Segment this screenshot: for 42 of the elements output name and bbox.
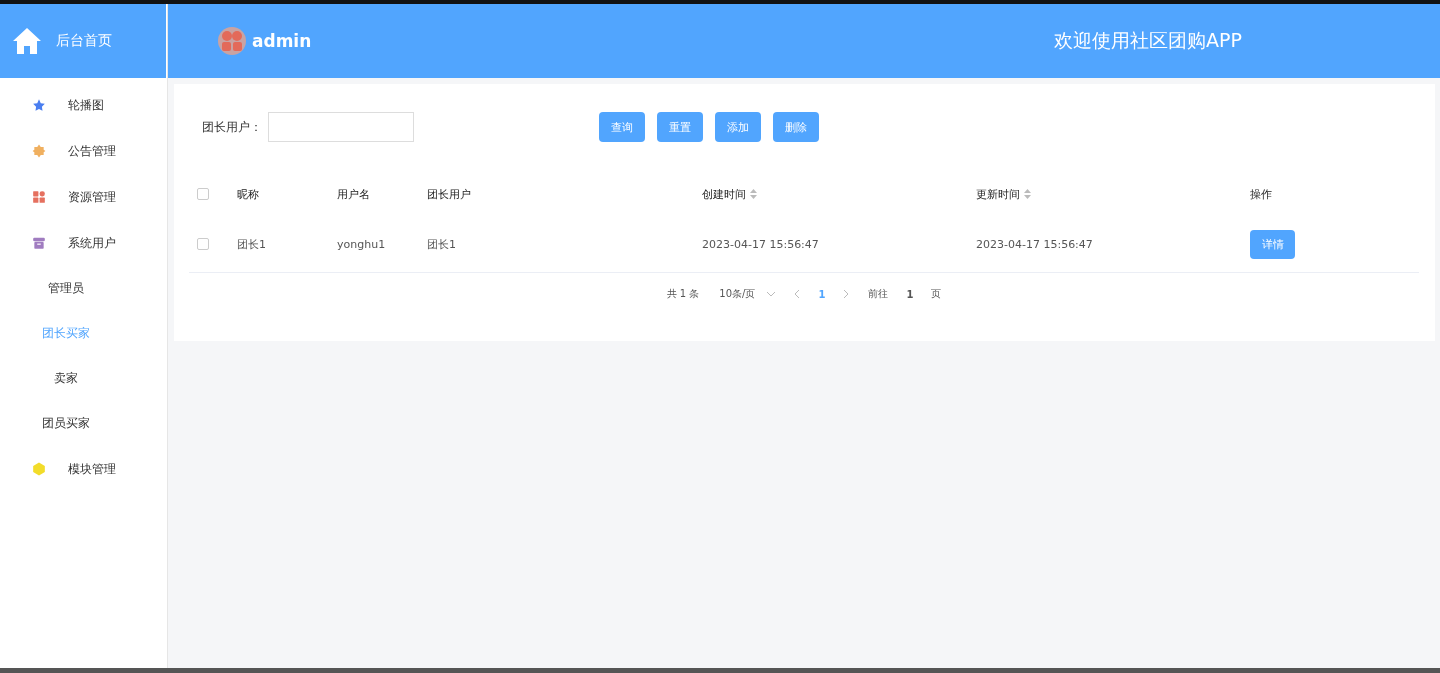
submenu-item[interactable]: 卖家 [0, 356, 167, 401]
menu-item[interactable]: 系统用户 [0, 220, 167, 266]
menu-item[interactable]: 公告管理 [0, 128, 167, 174]
previous-page-icon[interactable] [795, 290, 801, 298]
checkbox[interactable] [197, 238, 209, 250]
menu-item[interactable]: 资源管理 [0, 174, 167, 220]
menu-item[interactable]: 轮播图 [0, 82, 167, 128]
goto-label: 前往 [868, 287, 889, 301]
table-cell-text: yonghu1 [337, 237, 387, 251]
next-page-icon[interactable] [843, 290, 849, 298]
box-icon [32, 236, 46, 250]
submenu-item[interactable]: 团员买家 [0, 401, 167, 446]
table-cell-text: 2023-04-17 15:56:47 [976, 237, 1094, 251]
cube-icon [32, 462, 46, 476]
total-count: 共 1 条 [666, 287, 700, 301]
star-icon [32, 98, 46, 112]
column-header[interactable]: 创建时间 [702, 186, 976, 202]
table-cell-text: 团长1 [237, 236, 267, 252]
avatar-icon[interactable] [218, 27, 246, 55]
search-field[interactable] [268, 112, 414, 142]
goto-field[interactable]: 1 [906, 288, 914, 300]
home-icon[interactable] [12, 27, 42, 55]
checkbox[interactable] [197, 188, 209, 200]
submenu-item[interactable]: 管理员 [0, 266, 167, 311]
sort-icon[interactable] [750, 189, 757, 199]
page-suffix: 页 [931, 287, 942, 301]
column-header[interactable]: 更新时间 [976, 186, 1250, 202]
menu-item[interactable]: 模块管理 [0, 446, 167, 492]
table-cell-text: 团长1 [427, 236, 457, 252]
user-name: admin [252, 31, 312, 51]
welcome-title: 欢迎使用社区团购APP [1054, 28, 1242, 53]
table-cell-text: 2023-04-17 15:56:47 [702, 237, 820, 251]
column-header: 用户名 [337, 186, 371, 202]
page-size-select[interactable]: 10条/页 [719, 287, 776, 301]
column-header: 团长用户 [427, 186, 472, 202]
column-header: 昵称 [237, 186, 260, 202]
field-label: 团长用户： [202, 118, 262, 136]
sort-icon[interactable] [1024, 189, 1031, 199]
chevron-down-icon [767, 291, 776, 297]
column-header: 操作 [1250, 186, 1273, 202]
badge-icon [32, 144, 46, 158]
grid-icon [32, 190, 46, 204]
